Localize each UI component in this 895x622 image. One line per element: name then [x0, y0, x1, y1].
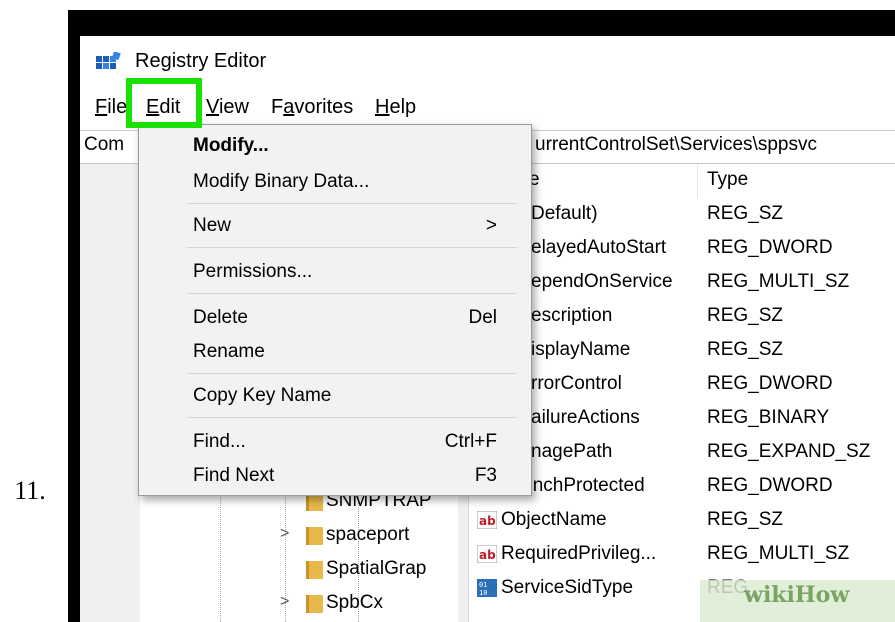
table-row[interactable]: elayedAutoStart REG_DWORD: [469, 232, 895, 266]
table-row[interactable]: nagePath REG_EXPAND_SZ: [469, 436, 895, 470]
menu-separator: [187, 293, 517, 294]
table-row[interactable]: isplayName REG_SZ: [469, 334, 895, 368]
menu-help[interactable]: Help: [375, 96, 416, 119]
wikihow-watermark: wikiHow: [744, 582, 850, 608]
folder-icon: [306, 595, 323, 613]
folder-icon: [306, 527, 323, 545]
table-row[interactable]: ependOnService REG_MULTI_SZ: [469, 266, 895, 300]
title-bar: Registry Editor: [80, 36, 895, 88]
menu-item-find-next[interactable]: Find Next F3: [139, 459, 531, 493]
menu-separator: [187, 247, 517, 248]
menu-item-copy-key-name[interactable]: Copy Key Name: [139, 379, 531, 413]
table-row[interactable]: ailureActions REG_BINARY: [469, 402, 895, 436]
svg-text:ab: ab: [479, 548, 496, 562]
step-number: 11.: [14, 476, 46, 505]
address-path: urrentControlSet\Services\sppsvc: [535, 134, 817, 155]
menu-favorites[interactable]: Favorites: [271, 96, 353, 119]
edit-menu-highlight: [126, 78, 202, 128]
chevron-right-icon[interactable]: >: [280, 525, 289, 543]
svg-text:01: 01: [479, 581, 487, 589]
chevron-right-icon[interactable]: >: [280, 593, 289, 611]
table-row[interactable]: escription REG_SZ: [469, 300, 895, 334]
svg-text:ab: ab: [479, 514, 496, 528]
menu-item-rename[interactable]: Rename: [139, 335, 531, 369]
registry-editor-icon: [96, 52, 121, 69]
menu-item-modify-binary-data[interactable]: Modify Binary Data...: [139, 165, 531, 199]
table-row[interactable]: ab ObjectName REG_SZ: [469, 504, 895, 538]
column-header-type[interactable]: Type: [707, 169, 748, 191]
table-row[interactable]: Default) REG_SZ: [469, 198, 895, 232]
menu-item-modify[interactable]: Modify...: [139, 129, 531, 163]
folder-icon: [306, 561, 323, 579]
table-row[interactable]: ab RequiredPrivileg... REG_MULTI_SZ: [469, 538, 895, 572]
menu-item-delete[interactable]: Delete Del: [139, 301, 531, 335]
menu-file[interactable]: File: [95, 96, 127, 119]
address-prefix: Com: [84, 134, 125, 155]
menu-item-permissions[interactable]: Permissions...: [139, 255, 531, 289]
svg-text:10: 10: [479, 589, 487, 597]
table-row[interactable]: 0110 LaunchProtectedREG_DWORD: [469, 470, 895, 504]
string-value-icon: ab: [477, 511, 497, 529]
menu-separator: [187, 373, 517, 374]
table-row[interactable]: rrorControl REG_DWORD: [469, 368, 895, 402]
window-title: Registry Editor: [135, 50, 267, 72]
menu-item-find[interactable]: Find... Ctrl+F: [139, 425, 531, 459]
menu-item-new[interactable]: New >: [139, 209, 531, 243]
menu-view[interactable]: View: [206, 96, 249, 119]
values-header: e Type: [469, 164, 895, 198]
menu-separator: [187, 417, 517, 418]
edit-menu-dropdown: Modify... Modify Binary Data... New > Per…: [138, 124, 532, 496]
binary-value-icon: 0110: [477, 579, 497, 597]
chevron-right-icon: >: [485, 215, 497, 236]
string-value-icon: ab: [477, 545, 497, 563]
column-divider[interactable]: [697, 164, 698, 198]
menu-separator: [187, 203, 517, 204]
values-pane[interactable]: e Type Default) REG_SZ elayedAutoStart REG…: [468, 164, 895, 622]
